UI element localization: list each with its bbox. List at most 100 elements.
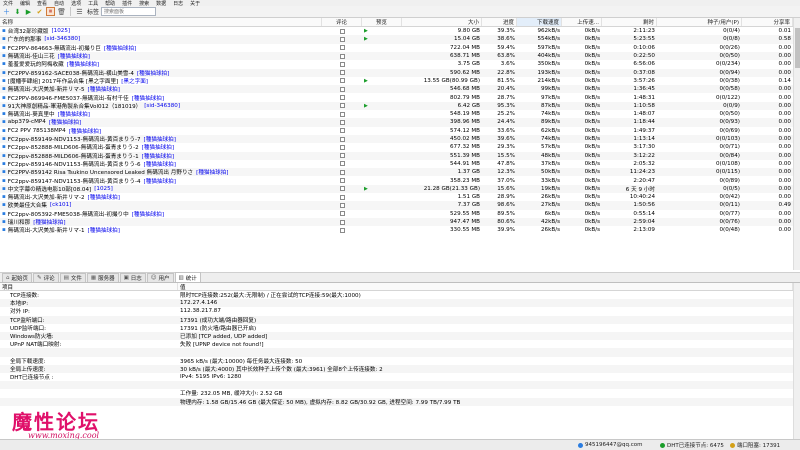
rate-checkbox[interactable] — [339, 53, 345, 59]
torrent-row[interactable]: ▪ 羞羞爱爱玩的阿梅收藏 [種猫抽球拍] 3.75 GB 3.6% 350kB/s 0kB/… — [0, 60, 793, 68]
torrent-row[interactable]: ▪ FC2ppv-859146-NDV1153-無碼流出-黄百まりう-6 [種猫抽球… — [0, 160, 793, 168]
torrent-list-scrollbar[interactable] — [793, 18, 800, 270]
play-preview-icon[interactable]: ▶ — [364, 28, 368, 34]
rate-checkbox[interactable] — [339, 178, 345, 184]
column-preview[interactable]: 预览 — [362, 18, 402, 26]
pause-icon[interactable]: ⏸ — [46, 7, 55, 16]
tab-comments[interactable]: ✎ 评论 — [33, 273, 59, 282]
rate-checkbox[interactable] — [339, 86, 345, 92]
rate-checkbox[interactable] — [339, 219, 345, 225]
rate-checkbox[interactable] — [339, 95, 345, 101]
torrent-row[interactable]: ▪ FC2ppv-805392-FME5038-無碼流出-初撮り中 [種猫抽球拍] 5… — [0, 210, 793, 218]
torrent-row[interactable]: ▪ FC2PPV-869946-FME5037-無碼流出-有村千佳 [種猫抽球拍] 8… — [0, 93, 793, 102]
torrent-row[interactable]: ▪ [魔幡李肆組] 2017年作品合集 [黑之字面里] [黑之字面] ▶ 13.55 G… — [0, 77, 793, 85]
torrent-row[interactable]: ▪ FC2ppv-852888-MILD606-無碼流出-蛋青まりう-2 [種猫抽球… — [0, 143, 793, 151]
torrent-tag[interactable]: [種猫抽球拍] — [49, 118, 81, 126]
rate-checkbox[interactable] — [339, 211, 345, 217]
rate-checkbox[interactable] — [339, 45, 345, 51]
torrent-row[interactable]: ▪ 無碼流出-大沢美加-新井リマ-2 [種猫抽球拍] 1.51 GB 28.9% 26kB… — [0, 193, 793, 201]
column-seeds[interactable]: 种子/用户(P) — [657, 18, 742, 26]
torrent-tag[interactable]: [種猫抽球拍] — [88, 226, 120, 234]
torrent-row[interactable]: ▪ FC2ppv-852888-MILD606-無碼流出-蛋青まりう-1 [種猫抽球… — [0, 151, 793, 160]
stats-column-value[interactable]: 值 — [178, 283, 793, 290]
torrent-tag[interactable]: [種猫抽球拍] — [104, 44, 136, 52]
rate-checkbox[interactable] — [339, 28, 345, 34]
rate-checkbox[interactable] — [339, 227, 345, 233]
filter-icon[interactable]: ☰ — [75, 7, 84, 16]
torrent-tag[interactable]: [1025] — [94, 186, 113, 192]
add-torrent-icon[interactable]: ＋ — [2, 7, 11, 16]
torrent-tag[interactable]: [種猫抽球拍] — [137, 69, 169, 77]
torrent-row[interactable]: ▪ FC2PPV-859162-SACE038-無碼流出-横山美雪-4 [種猫抽球拍… — [0, 68, 793, 77]
torrent-row[interactable]: ▪ FC2 PPV 785138MP4 [種猫抽球拍] 574.12 MB 33.6% 6… — [0, 127, 793, 135]
torrent-row[interactable]: ▪ 無碼流出-大沢美加-新井リマ-5 [種猫抽球拍] 546.68 MB 20.4% 99… — [0, 85, 793, 94]
play-preview-icon[interactable]: ▶ — [364, 186, 368, 192]
torrent-tag[interactable]: [種猫抽球拍] — [88, 85, 120, 93]
play-preview-icon[interactable]: ▶ — [364, 103, 368, 109]
column-rate[interactable]: 评论 — [322, 18, 362, 26]
torrent-tag[interactable]: [種猫抽球拍] — [67, 60, 99, 68]
torrent-row[interactable]: ▪ FC2ppv-859147-NDV1153-無碼流出-黄百まりう-4 [種猫抽球… — [0, 176, 793, 185]
torrent-row[interactable]: ▪ 無碼流出-佳山三花 [種猫抽球拍] 638.71 MB 63.8% 404kB/s 0k… — [0, 51, 793, 61]
torrent-tag[interactable]: [種猫抽球拍] — [144, 135, 176, 143]
torrent-row[interactable]: ▪ FC2PPV-864663-無碼流出-初撮り巨 [種猫抽球拍] 722.04 MB… — [0, 44, 793, 52]
torrent-tag[interactable]: [1025] — [51, 28, 70, 34]
rate-checkbox[interactable] — [339, 186, 345, 192]
rate-checkbox[interactable] — [339, 144, 345, 150]
column-progress[interactable]: 进度 — [482, 18, 517, 26]
rate-checkbox[interactable] — [339, 119, 345, 125]
torrent-row[interactable]: ▪ 無碼流出-大沢美加-新井リマ-1 [種猫抽球拍] 330.55 MB 39.9% 26… — [0, 226, 793, 234]
torrent-tag[interactable]: [種猫抽球拍] — [142, 143, 174, 151]
rate-checkbox[interactable] — [339, 111, 345, 117]
torrent-tag[interactable]: [sid-346380] — [44, 36, 80, 42]
column-ratio[interactable]: 分享率 — [742, 18, 793, 26]
torrent-tag[interactable]: [種猫抽球拍] — [132, 94, 164, 102]
torrent-row[interactable]: ▪ 欧美最佳大合集 [ck101] 7.37 GB 98.6% 27kB/s 0kB/s 1:… — [0, 201, 793, 210]
rate-checkbox[interactable] — [339, 103, 345, 109]
torrent-tag[interactable]: [種猫抽球拍] — [58, 52, 90, 60]
check-icon[interactable]: ✔ — [35, 7, 44, 16]
scrollbar-thumb[interactable] — [795, 28, 800, 68]
torrent-row[interactable]: ▪ FC2ppv-859149-NDV1153-無碼流出-黄百まりう-7 [種猫抽球… — [0, 134, 793, 144]
rate-checkbox[interactable] — [339, 194, 345, 200]
torrent-tag[interactable]: [種猫抽球拍] — [58, 110, 90, 118]
column-size[interactable]: 大小 — [402, 18, 482, 26]
torrent-tag[interactable]: [黑之字面] — [121, 77, 148, 85]
torrent-tag[interactable]: [種猫抽球拍] — [144, 160, 176, 168]
torrent-row[interactable]: ▪ 無碼流出-葵真里中 [種猫抽球拍] 548.19 MB 25.2% 74kB/s 0kB… — [0, 110, 793, 118]
rate-checkbox[interactable] — [339, 202, 345, 208]
tab-start-page[interactable]: ⌂ 起始页 — [2, 273, 33, 282]
tab-files[interactable]: ▤ 文件 — [59, 273, 86, 282]
torrent-tag[interactable]: [種猫抽球拍] — [88, 193, 120, 201]
column-up-speed[interactable]: 上传速... — [562, 18, 602, 26]
torrent-row[interactable]: ▪ FC2PPV-859142 Risa Tsukino Uncensored L… — [0, 168, 793, 177]
status-account[interactable]: 945196447@qq.com — [578, 440, 642, 450]
rate-checkbox[interactable] — [339, 161, 345, 167]
tab-peers[interactable]: ☺ 用户 — [146, 273, 174, 282]
torrent-row[interactable]: ▪ 91大神原創精品-軍港角製糸合集Vol012（181019） [sid-3463… — [0, 101, 793, 110]
column-name[interactable]: 名称 — [0, 18, 322, 26]
column-eta[interactable]: 剩时 — [602, 18, 657, 26]
torrent-tag[interactable]: [種猫抽球拍] — [33, 218, 65, 226]
torrent-row[interactable]: ▪ abp379-cMP4 [種猫抽球拍] 398.96 MB 24.4% 89kB/s 0… — [0, 118, 793, 127]
delete-icon[interactable]: 🗑 — [57, 7, 66, 16]
tab-log[interactable]: ▣ 日志 — [119, 273, 146, 282]
torrent-tag[interactable]: [ck101] — [50, 202, 71, 208]
search-input[interactable] — [101, 7, 157, 16]
torrent-tag[interactable]: [種猫抽球拍] — [144, 177, 176, 185]
rate-checkbox[interactable] — [339, 78, 345, 84]
rate-checkbox[interactable] — [339, 169, 345, 175]
rate-checkbox[interactable] — [339, 153, 345, 159]
tab-statistics[interactable]: ▥ 统计 — [174, 272, 201, 282]
rate-checkbox[interactable] — [339, 36, 345, 42]
column-down-speed[interactable]: 下载速度 — [517, 18, 562, 26]
rate-checkbox[interactable] — [339, 128, 345, 134]
play-preview-icon[interactable]: ▶ — [364, 78, 368, 84]
rate-checkbox[interactable] — [339, 136, 345, 142]
start-icon[interactable]: ▶ — [24, 7, 33, 16]
play-preview-icon[interactable]: ▶ — [364, 36, 368, 42]
torrent-tag[interactable]: [種猫抽球拍] — [132, 210, 164, 218]
torrent-row[interactable]: ▪ 台湾32部珍藏版 [1025] ▶ 9.80 GB 39.3% 962kB/s 0kB/s… — [0, 27, 793, 35]
add-link-icon[interactable]: ⬇ — [13, 7, 22, 16]
tab-servers[interactable]: ▦ 服务器 — [86, 273, 119, 282]
